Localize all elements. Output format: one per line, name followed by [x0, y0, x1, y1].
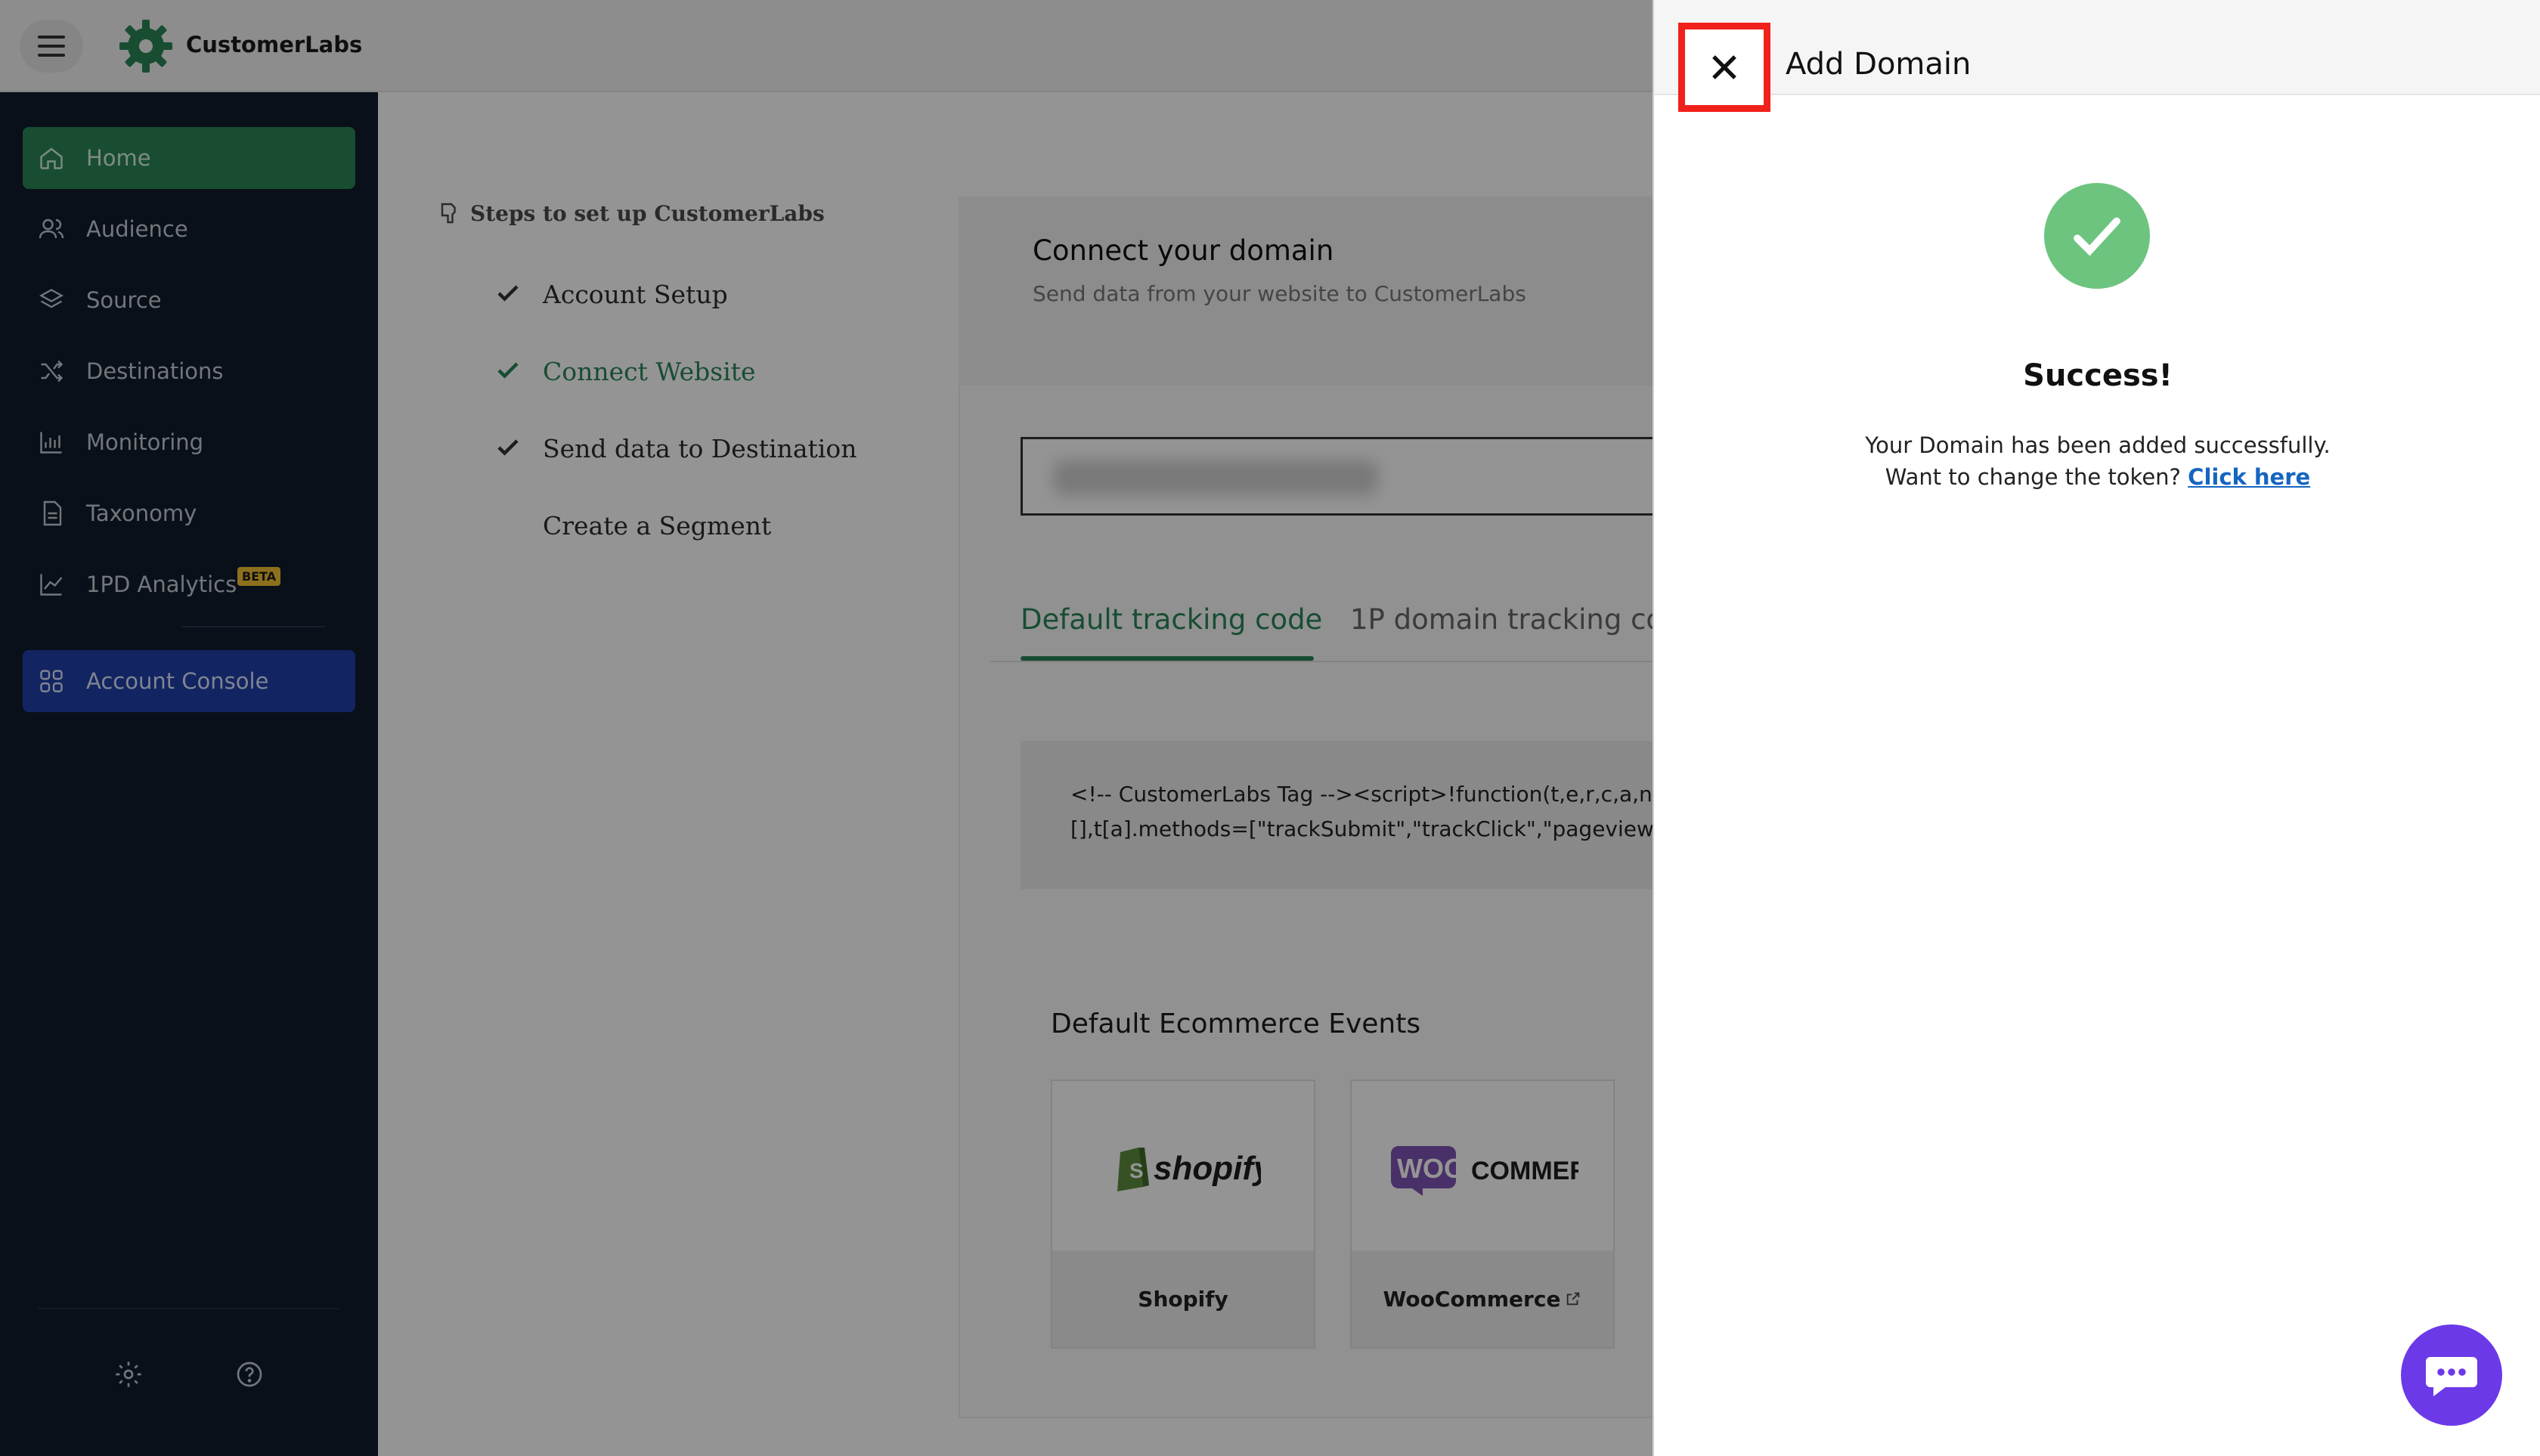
drawer-title: Add Domain — [1786, 47, 1972, 82]
token-prompt-text: Want to change the token? — [1885, 464, 2181, 490]
success-title: Success! — [2023, 358, 2173, 393]
success-message: Your Domain has been added successfully. — [1865, 432, 2331, 458]
success-icon — [2044, 183, 2150, 289]
chat-widget-button[interactable] — [2401, 1324, 2502, 1426]
change-token-link[interactable]: Click here — [2188, 464, 2310, 490]
token-prompt: Want to change the token? Click here — [1654, 464, 2540, 490]
close-icon — [1712, 55, 1736, 79]
chat-icon — [2426, 1357, 2477, 1396]
add-domain-drawer: Add Domain Success! Your Domain has been… — [1653, 0, 2540, 1456]
checkmark-icon — [2074, 217, 2120, 256]
close-button[interactable] — [1678, 23, 1770, 112]
modal-backdrop[interactable] — [0, 0, 1653, 1456]
